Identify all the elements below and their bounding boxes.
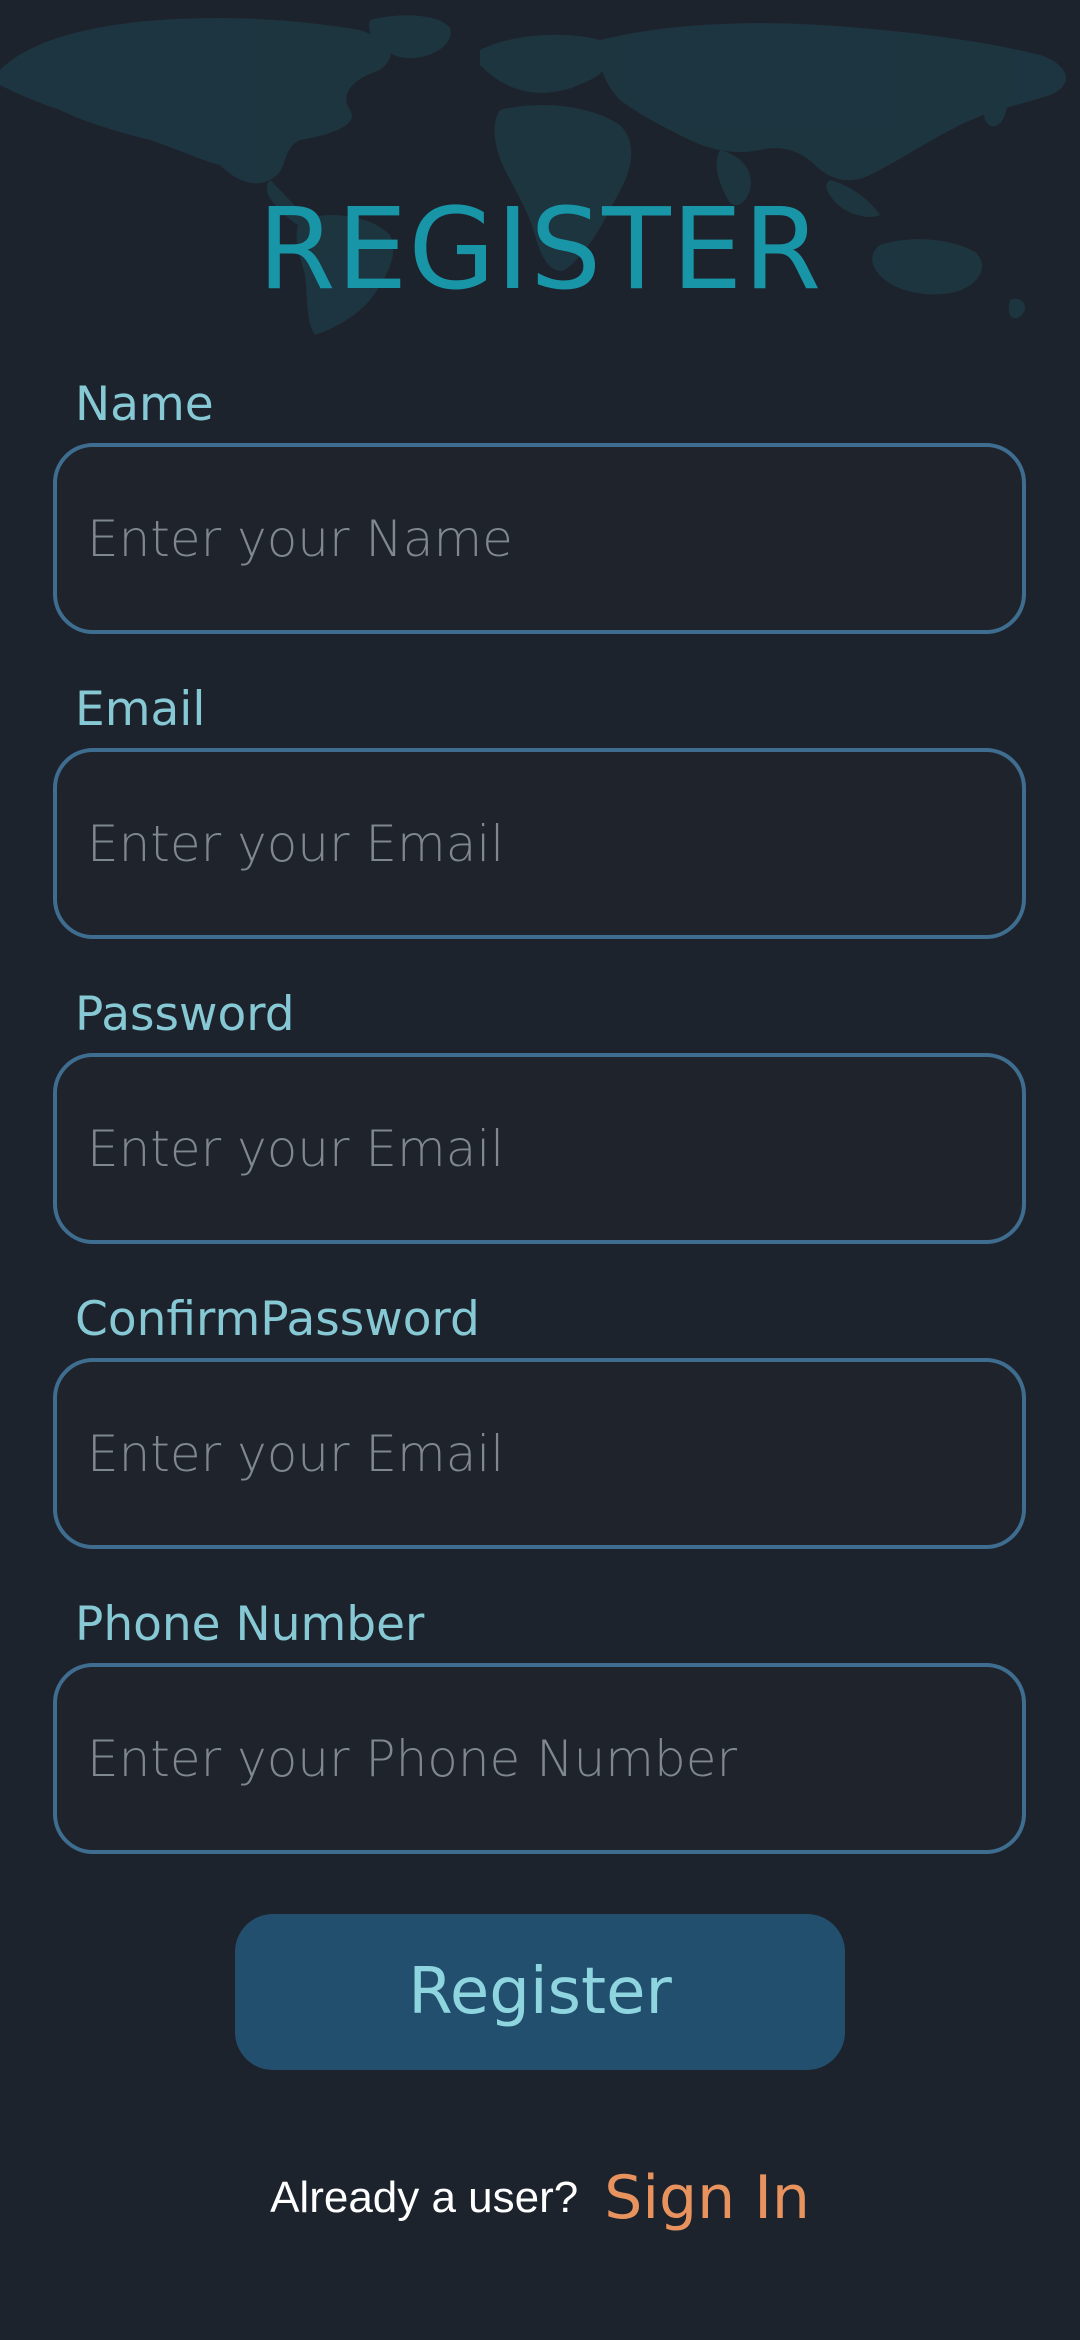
- signin-link[interactable]: Sign In: [604, 2163, 810, 2233]
- email-field-container: [53, 748, 1026, 939]
- confirm-password-field-container: [53, 1358, 1026, 1549]
- phone-number-field-container: [53, 1663, 1026, 1854]
- confirm-password-label: ConfirmPassword: [75, 1292, 480, 1347]
- email-input[interactable]: [87, 752, 987, 935]
- register-button[interactable]: Register: [235, 1914, 845, 2070]
- email-label: Email: [75, 682, 206, 737]
- register-screen: REGISTER Name Email Password ConfirmPass…: [0, 0, 1080, 2340]
- phone-number-input[interactable]: [87, 1667, 987, 1850]
- name-input[interactable]: [87, 447, 987, 630]
- signin-prompt: Already a user?: [270, 2173, 579, 2222]
- password-input[interactable]: [87, 1057, 987, 1240]
- name-label: Name: [75, 377, 214, 432]
- confirm-password-input[interactable]: [87, 1362, 987, 1545]
- phone-number-label: Phone Number: [75, 1597, 425, 1652]
- password-field-container: [53, 1053, 1026, 1244]
- signin-row: Already a user? Sign In: [0, 2158, 1080, 2238]
- page-title: REGISTER: [257, 185, 823, 316]
- password-label: Password: [75, 987, 295, 1042]
- name-field-container: [53, 443, 1026, 634]
